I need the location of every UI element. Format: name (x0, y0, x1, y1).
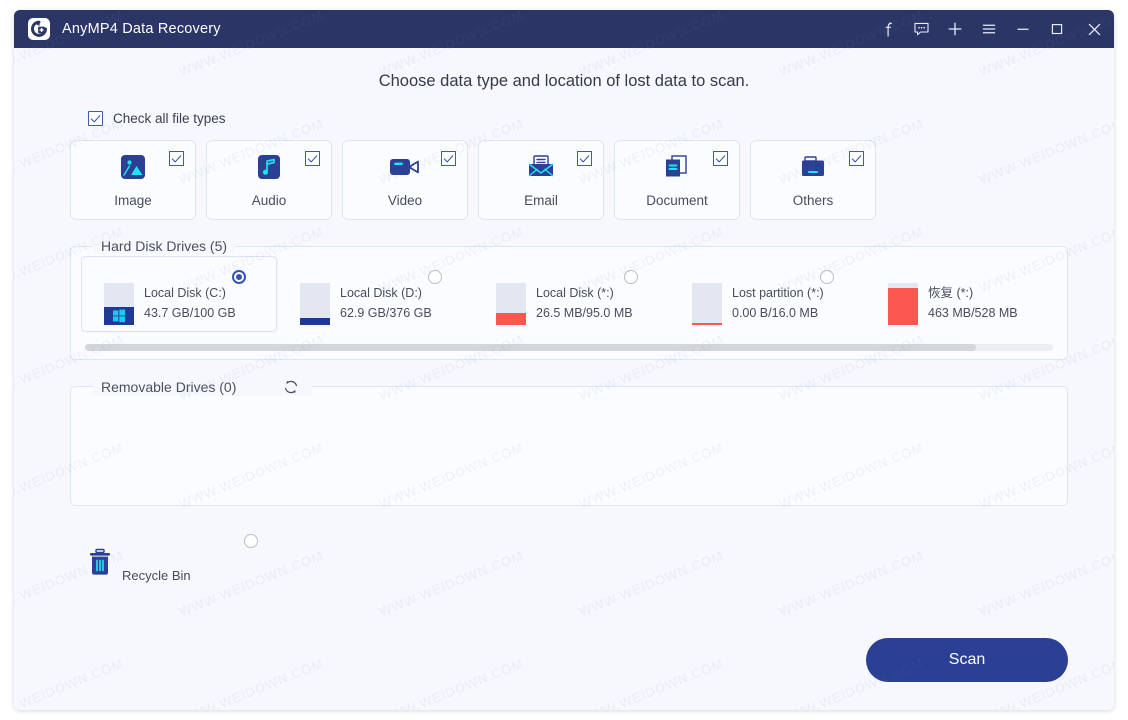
drive-name: 恢复 (*:) (928, 286, 974, 300)
removable-drives-section: Removable Drives (0) (70, 378, 1068, 506)
watermark-text: WWW.WEIDOWN.COM (176, 655, 326, 710)
drives-horizontal-scrollbar[interactable] (85, 344, 1053, 351)
file-type-label: Video (387, 193, 423, 208)
removable-drives-legend-label: Removable Drives (0) (101, 379, 237, 395)
watermark-text: WWW.WEIDOWN.COM (376, 547, 526, 620)
title-bar: AnyMP4 Data Recovery (14, 10, 1114, 48)
drive-item[interactable]: Local Disk (*:) 26.5 MB/95.0 MB (473, 256, 669, 332)
watermark-text: WWW.WEIDOWN.COM (376, 655, 526, 710)
file-type-list: Image Audio Video Email Document Others (70, 140, 1114, 220)
drive-size: 26.5 MB/95.0 MB (536, 306, 633, 320)
plus-icon[interactable] (938, 10, 972, 48)
drive-name: Lost partition (*:) (732, 286, 824, 300)
hard-disk-drives-list: Local Disk (C:) 43.7 GB/100 GB Local Dis… (81, 256, 1057, 334)
close-icon[interactable] (1074, 10, 1114, 48)
drive-icon (496, 283, 526, 325)
recycle-bin-label: Recycle Bin (122, 568, 191, 583)
drive-icon (104, 283, 134, 325)
check-all-file-types[interactable]: Check all file types (88, 111, 226, 126)
image-icon (71, 153, 195, 181)
drive-item[interactable]: 恢复 (*:) 463 MB/528 MB (865, 256, 1057, 332)
drive-size: 463 MB/528 MB (928, 306, 1018, 320)
file-type-card-email[interactable]: Email (478, 140, 604, 220)
facebook-icon[interactable] (870, 10, 904, 48)
watermark-text: WWW.WEIDOWN.COM (576, 655, 726, 710)
drive-text: Local Disk (*:) 26.5 MB/95.0 MB (536, 283, 633, 323)
feedback-icon[interactable] (904, 10, 938, 48)
video-icon (343, 153, 467, 181)
check-all-label: Check all file types (113, 111, 226, 126)
drive-name: Local Disk (*:) (536, 286, 614, 300)
windows-logo-icon (113, 309, 126, 322)
trash-icon (88, 548, 112, 583)
file-type-label: Audio (251, 193, 287, 208)
watermark-text: WWW.WEIDOWN.COM (976, 547, 1114, 620)
watermark-text: WWW.WEIDOWN.COM (14, 655, 126, 710)
file-type-label: Document (646, 193, 708, 208)
page-title: Choose data type and location of lost da… (378, 72, 750, 90)
email-icon (479, 153, 603, 181)
file-type-card-video[interactable]: Video (342, 140, 468, 220)
app-window: AnyMP4 Data Recovery Choose data type an… (14, 10, 1114, 710)
drives-scrollbar-thumb[interactable] (85, 344, 976, 351)
watermark-text: WWW.WEIDOWN.COM (576, 547, 726, 620)
removable-drives-legend: Removable Drives (0) (93, 378, 313, 396)
minimize-icon[interactable] (1006, 10, 1040, 48)
check-all-checkbox[interactable] (88, 111, 103, 126)
file-type-card-others[interactable]: Others (750, 140, 876, 220)
drive-name: Local Disk (D:) (340, 286, 422, 300)
drive-icon (300, 283, 330, 325)
window-controls (870, 10, 1114, 48)
drive-item[interactable]: Local Disk (D:) 62.9 GB/376 GB (277, 256, 473, 332)
recycle-bin-radio[interactable] (244, 534, 258, 548)
drive-icon (888, 283, 918, 325)
file-type-card-document[interactable]: Document (614, 140, 740, 220)
recovery-logo-icon (28, 18, 50, 40)
drive-icon (692, 283, 722, 325)
drive-item[interactable]: Lost partition (*:) 0.00 B/16.0 MB (669, 256, 865, 332)
recycle-bin-item[interactable]: Recycle Bin (70, 528, 270, 586)
file-type-label: Email (524, 193, 558, 208)
file-type-label: Others (792, 193, 834, 208)
drive-radio[interactable] (624, 270, 638, 284)
hard-disk-drives-section: Hard Disk Drives (5) Local Disk (C:) 43.… (70, 238, 1068, 360)
drive-name: Local Disk (C:) (144, 286, 226, 300)
file-type-card-audio[interactable]: Audio (206, 140, 332, 220)
maximize-icon[interactable] (1040, 10, 1074, 48)
drive-size: 62.9 GB/376 GB (340, 306, 432, 320)
document-icon (615, 153, 739, 181)
drive-text: Lost partition (*:) 0.00 B/16.0 MB (732, 283, 824, 323)
hard-disk-drives-legend-label: Hard Disk Drives (5) (101, 238, 228, 254)
others-icon (751, 153, 875, 181)
scan-button[interactable]: Scan (866, 638, 1068, 682)
drive-size: 0.00 B/16.0 MB (732, 306, 819, 320)
audio-icon (207, 153, 331, 181)
watermark-text: WWW.WEIDOWN.COM (776, 547, 926, 620)
file-type-card-image[interactable]: Image (70, 140, 196, 220)
hard-disk-drives-legend: Hard Disk Drives (5) (93, 238, 236, 254)
app-title: AnyMP4 Data Recovery (62, 21, 221, 37)
drive-radio[interactable] (232, 270, 246, 284)
drive-text: Local Disk (C:) 43.7 GB/100 GB (144, 283, 236, 323)
menu-icon[interactable] (972, 10, 1006, 48)
drive-size: 43.7 GB/100 GB (144, 306, 236, 320)
drive-item[interactable]: Local Disk (C:) 43.7 GB/100 GB (81, 256, 277, 332)
drive-text: Local Disk (D:) 62.9 GB/376 GB (340, 283, 432, 323)
drive-text: 恢复 (*:) 463 MB/528 MB (928, 283, 1018, 323)
drive-radio[interactable] (428, 270, 442, 284)
refresh-icon[interactable] (278, 378, 305, 396)
drive-radio[interactable] (820, 270, 834, 284)
file-type-label: Image (114, 193, 152, 208)
